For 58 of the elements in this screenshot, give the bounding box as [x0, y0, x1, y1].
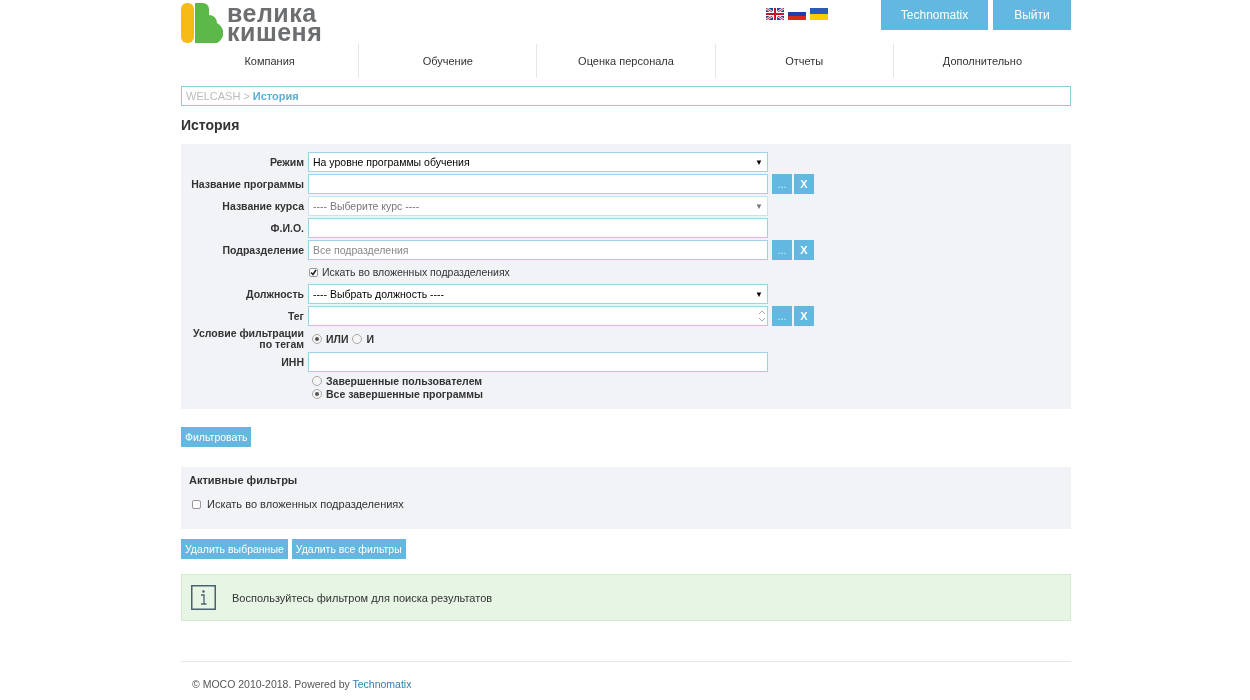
- filter-button[interactable]: Фильтровать: [181, 427, 252, 447]
- breadcrumb-link[interactable]: WELCASH: [186, 90, 241, 102]
- info-icon: [191, 585, 216, 610]
- radio-button[interactable]: [312, 376, 322, 386]
- delete-button[interactable]: Удалить все фильтры: [291, 539, 406, 559]
- footer-text: © MOCO 2010-2018. Powered by Technomatix: [181, 661, 1071, 690]
- browse-button[interactable]: ...: [772, 174, 792, 194]
- field-label: Режим: [268, 156, 304, 168]
- dropdown[interactable]: ---- Выбрать должность ---- ▼: [308, 284, 768, 304]
- logo-icon: [181, 3, 223, 43]
- radio-button[interactable]: [352, 334, 363, 344]
- radio-label: И: [366, 333, 374, 345]
- radio-label: Завершенные пользователем: [326, 375, 483, 387]
- info-message: Воспользуйтесь фильтром для поиска результатов: [232, 591, 493, 604]
- radio-button[interactable]: [312, 334, 322, 344]
- checkbox-label: Искать во вложенных подразделениях: [322, 266, 510, 278]
- tag-field[interactable]: [308, 306, 768, 326]
- page-title: История: [181, 117, 241, 133]
- clear-button[interactable]: X: [794, 240, 814, 260]
- radio-label: ИЛИ: [326, 333, 349, 345]
- clear-button[interactable]: X: [794, 306, 814, 326]
- field-label: Тег: [286, 310, 304, 322]
- field-label: ИНН: [280, 356, 304, 368]
- spinner-icon: [759, 309, 765, 323]
- field-label: Условие фильтрации по тегам: [192, 328, 304, 350]
- field-label: Подразделение: [221, 244, 304, 256]
- user-button[interactable]: Technomatix: [881, 0, 988, 30]
- ukrainian-flag-icon[interactable]: [810, 8, 828, 20]
- panel-title: Активные фильтры: [189, 474, 299, 486]
- breadcrumb-current: История: [252, 90, 299, 102]
- field-label: Ф.И.О.: [269, 222, 304, 234]
- radio-label: Все завершенные программы: [326, 388, 483, 400]
- nav-item[interactable]: Оценка персонала: [536, 44, 715, 78]
- logo-text: велика кишеня: [227, 4, 323, 42]
- clear-button[interactable]: X: [794, 174, 814, 194]
- checkbox[interactable]: [192, 499, 201, 509]
- field-label: Название курса: [221, 200, 304, 212]
- delete-button[interactable]: Удалить выбранные: [181, 539, 288, 559]
- radio-button[interactable]: [312, 389, 322, 399]
- checkbox-label: Искать во вложенных подразделениях: [207, 498, 404, 510]
- browse-button[interactable]: ...: [772, 306, 792, 326]
- input-field[interactable]: Все подразделения: [308, 240, 768, 260]
- nav-item[interactable]: Компания: [181, 44, 359, 78]
- nav-item[interactable]: Отчеты: [714, 44, 893, 78]
- nav-item[interactable]: Дополнительно: [892, 44, 1071, 78]
- field-label: Название программы: [190, 178, 304, 190]
- logout-button[interactable]: Выйти: [993, 0, 1071, 30]
- input-field[interactable]: [308, 352, 768, 372]
- footer-link[interactable]: Technomatix: [352, 678, 412, 690]
- input-field[interactable]: [308, 218, 768, 238]
- input-field[interactable]: [308, 174, 768, 194]
- checkbox[interactable]: [309, 267, 318, 277]
- field-label: Должность: [245, 288, 304, 300]
- breadcrumb-separator: >: [243, 90, 250, 102]
- browse-button[interactable]: ...: [772, 240, 792, 260]
- nav-item[interactable]: Обучение: [358, 44, 537, 78]
- english-flag-icon[interactable]: [766, 8, 784, 20]
- dropdown[interactable]: На уровне программы обучения ▼: [308, 152, 768, 172]
